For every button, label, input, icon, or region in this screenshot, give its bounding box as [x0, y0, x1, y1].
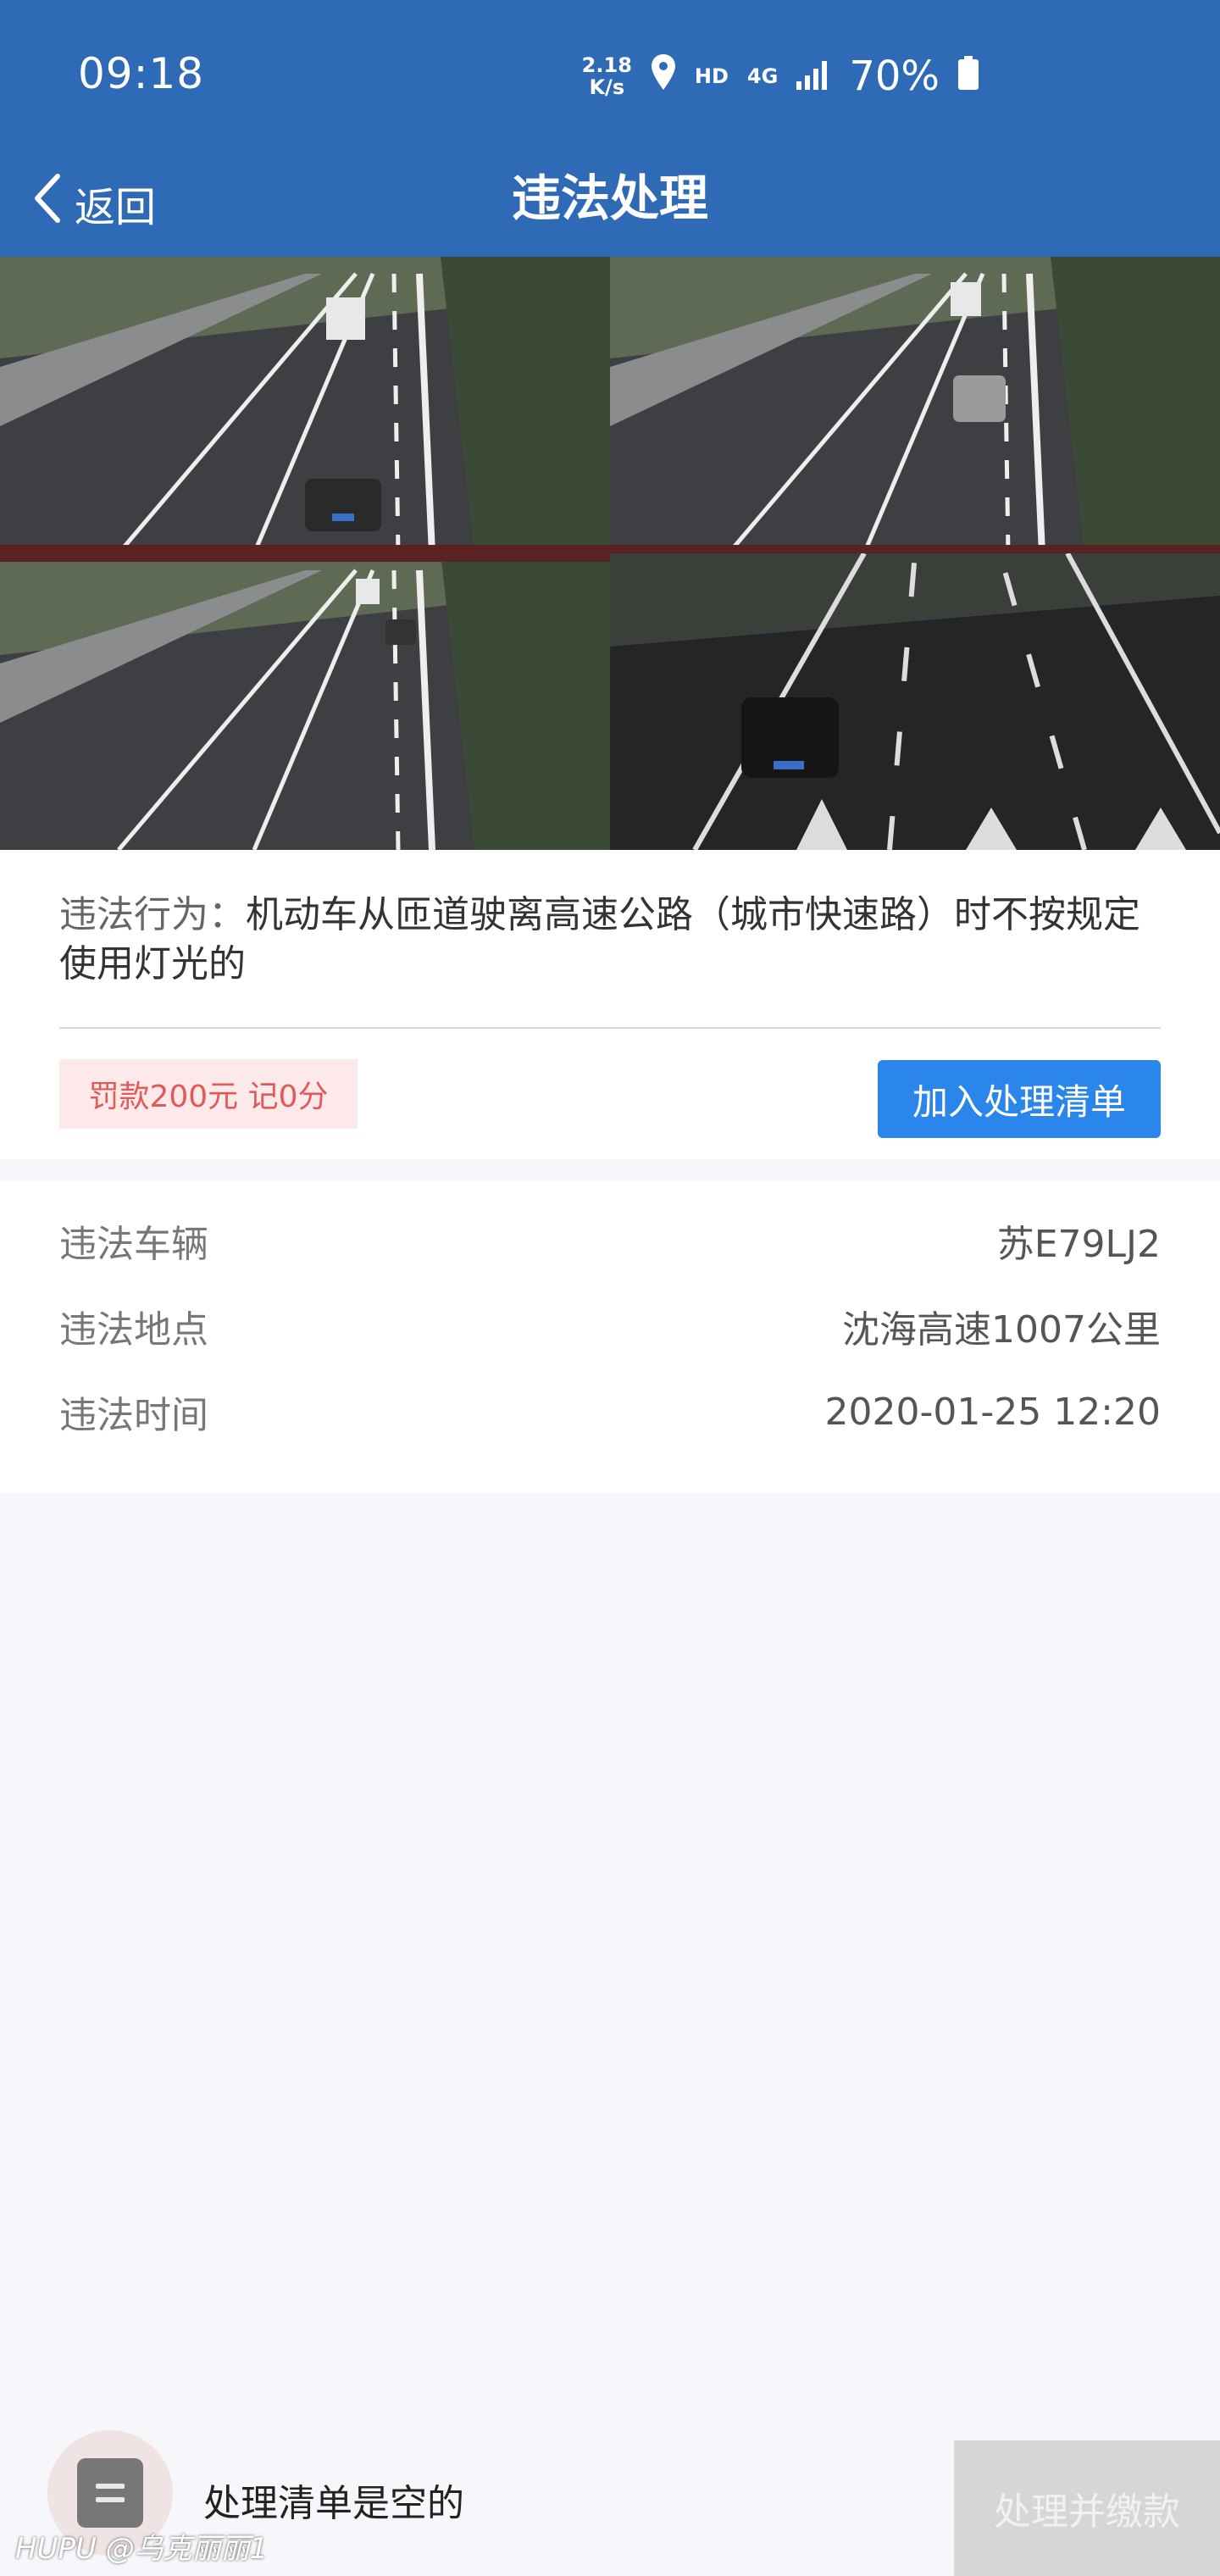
- info-value: 沈海高速1007公里: [842, 1308, 1161, 1352]
- network-type: 4G: [746, 64, 779, 88]
- info-row-location: 违法地点 沈海高速1007公里: [59, 1296, 1161, 1356]
- net-speed: 2.18 K/s: [582, 54, 632, 98]
- evidence-photo-grid: [0, 257, 1220, 850]
- app-header: 09:18 2.18 K/s HD 4G 70% 返回 违法处理: [0, 0, 1220, 257]
- info-value: 2020-01-25 12:20: [824, 1390, 1162, 1434]
- battery-icon: [958, 53, 979, 100]
- info-key: 违法地点: [59, 1308, 208, 1352]
- hd-indicator: HD: [694, 64, 729, 88]
- process-and-pay-button[interactable]: 处理并缴款: [954, 2440, 1220, 2576]
- evidence-photo-1[interactable]: [0, 257, 610, 553]
- info-key: 违法车辆: [59, 1223, 208, 1266]
- status-icons: 2.18 K/s HD 4G 70%: [582, 53, 979, 100]
- list-icon: [77, 2458, 143, 2528]
- net-speed-unit: K/s: [589, 75, 625, 99]
- violation-description: 违法行为：机动车从匝道驶离高速公路（城市快速路）时不按规定使用灯光的: [59, 891, 1161, 989]
- violation-info-card: 违法车辆 苏E79LJ2 违法地点 沈海高速1007公里 违法时间 2020-0…: [0, 1181, 1220, 1493]
- status-time: 09:18: [78, 49, 205, 98]
- evidence-photo-2[interactable]: [610, 257, 1220, 553]
- violation-card: 违法行为：机动车从匝道驶离高速公路（城市快速路）时不按规定使用灯光的 罚款200…: [0, 850, 1220, 1159]
- info-value: 苏E79LJ2: [996, 1223, 1161, 1266]
- evidence-photo-3[interactable]: [0, 553, 610, 850]
- info-key: 违法时间: [59, 1394, 208, 1437]
- battery-level: 70%: [849, 53, 940, 100]
- info-row-time: 违法时间 2020-01-25 12:20: [59, 1382, 1161, 1441]
- divider: [59, 1027, 1161, 1029]
- evidence-photo-4[interactable]: [610, 553, 1220, 850]
- info-row-vehicle: 违法车辆 苏E79LJ2: [59, 1211, 1161, 1270]
- location-icon: [651, 53, 676, 100]
- page-title: 违法处理: [511, 169, 708, 227]
- fine-badge: 罚款200元 记0分: [59, 1059, 358, 1129]
- signal-icon: [796, 53, 830, 100]
- status-bar: 09:18 2.18 K/s HD 4G 70%: [0, 0, 1220, 153]
- add-to-list-button[interactable]: 加入处理清单: [878, 1060, 1161, 1138]
- list-empty-text: 处理清单是空的: [203, 2482, 464, 2525]
- violation-label: 违法行为：: [59, 893, 246, 936]
- watermark: HUPU @乌克丽丽1: [15, 2532, 269, 2566]
- nav-bar: 返回 违法处理: [0, 153, 1220, 257]
- net-speed-value: 2.18: [581, 53, 632, 77]
